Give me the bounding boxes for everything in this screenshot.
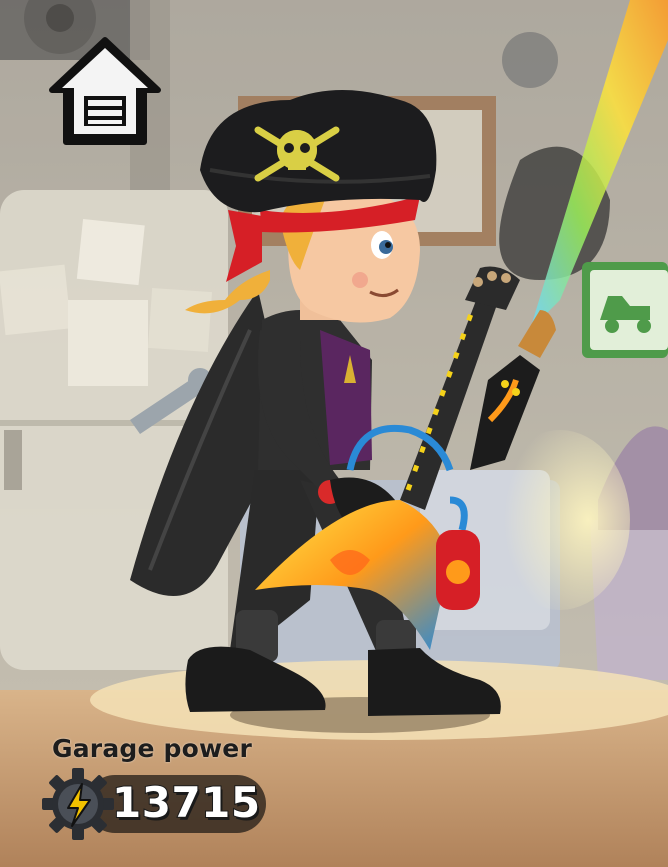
home-icon [49,37,161,145]
home-button[interactable] [44,34,166,152]
garage-screen: Garage power 13715 [0,0,668,867]
garage-power-value: 13715 [111,777,261,828]
lightning-gear-icon [42,768,114,840]
truck-sign [582,262,668,358]
garage-power-label: Garage power [52,734,252,763]
